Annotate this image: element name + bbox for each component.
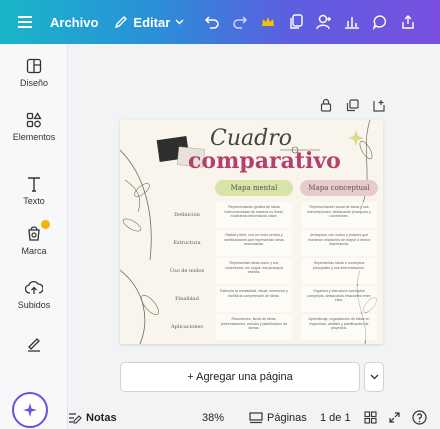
zoom-level[interactable]: 38%: [202, 412, 224, 424]
table-cell[interactable]: Jerárquica, con nodos y enlaces que mues…: [301, 230, 377, 256]
row-label[interactable]: Definición: [162, 212, 212, 218]
elements-icon: [26, 112, 42, 128]
column-header-b[interactable]: Mapa conceptual: [300, 180, 378, 196]
slide-title-line2[interactable]: comparativo: [188, 148, 341, 174]
pencil-icon: [114, 15, 128, 29]
row-label[interactable]: Estructura: [162, 240, 212, 246]
sidebar-item-elementos[interactable]: Elementos: [0, 112, 68, 142]
text-icon: [26, 176, 42, 192]
sidebar-item-label: Elementos: [12, 132, 56, 142]
editar-menu[interactable]: Editar: [114, 0, 184, 44]
magic-assistant-button[interactable]: [12, 392, 48, 428]
undo-icon[interactable]: [198, 0, 226, 44]
sidebar-item-label: Subidos: [17, 300, 51, 310]
table-cell[interactable]: Radial y libre, con un nodo central y ra…: [216, 230, 292, 256]
add-page-button[interactable]: + Agregar una página: [120, 362, 360, 392]
table-cell[interactable]: Representan ideas o conceptos principale…: [301, 258, 377, 284]
duplicate-page-icon[interactable]: [339, 96, 365, 114]
bottom-bar: Notas 38% Páginas 1 de 1: [68, 406, 440, 429]
sparkle-icon: [22, 402, 38, 418]
sidebar-item-subidos[interactable]: Subidos: [0, 280, 68, 310]
editar-label: Editar: [133, 14, 171, 30]
help-icon[interactable]: [412, 410, 427, 425]
share-icon[interactable]: [394, 0, 422, 44]
archivo-menu[interactable]: Archivo: [50, 0, 98, 44]
notes-button[interactable]: Notas: [68, 412, 117, 424]
sidebar-item-label: Texto: [23, 196, 45, 206]
crown-icon[interactable]: [254, 0, 282, 44]
chevron-down-icon: [370, 374, 379, 380]
top-toolbar: Archivo Editar: [0, 0, 440, 44]
table-cell[interactable]: Representación gráfica de ideas intercon…: [216, 202, 292, 228]
layout-icon: [26, 58, 42, 74]
add-page-options-button[interactable]: [364, 362, 384, 392]
design-page[interactable]: Cuadro comparativo Mapa mental Mapa conc…: [120, 120, 383, 344]
menu-icon[interactable]: [8, 0, 42, 44]
sidebar-item-label: Diseño: [19, 78, 48, 88]
comment-icon[interactable]: [366, 0, 394, 44]
page-count: 1 de 1: [320, 411, 351, 424]
table-cell[interactable]: Resúmenes, lluvia de ideas, presentacion…: [216, 314, 292, 340]
grid-view-icon[interactable]: [364, 411, 377, 424]
table-cell[interactable]: Representación visual de ideas y sus int…: [301, 202, 377, 228]
draw-icon: [26, 336, 42, 352]
row-label[interactable]: Aplicaciones: [162, 324, 212, 330]
notes-label: Notas: [86, 411, 117, 424]
add-page-icon[interactable]: [365, 96, 391, 114]
fullscreen-icon[interactable]: [388, 411, 401, 424]
table-cell[interactable]: Aprendizaje, organización de ideas en es…: [301, 314, 377, 340]
table-cell[interactable]: Estimula la creatividad, visual, memoriz…: [216, 286, 292, 312]
page-tools: [313, 96, 391, 114]
premium-badge: [41, 220, 50, 229]
upload-icon: [25, 280, 43, 296]
left-sidebar: Diseño Elementos Texto Marca Subidos: [0, 44, 68, 429]
copy-design-icon[interactable]: [282, 0, 310, 44]
lock-icon[interactable]: [313, 96, 339, 114]
row-label[interactable]: Finalidad: [162, 296, 212, 302]
sidebar-item-label: Marca: [21, 246, 47, 256]
sidebar-item-diseno[interactable]: Diseño: [0, 58, 68, 88]
sidebar-item-marca[interactable]: Marca: [0, 220, 68, 256]
chevron-down-icon: [175, 19, 184, 25]
brand-icon: [25, 224, 43, 242]
sidebar-item-texto[interactable]: Texto: [0, 176, 68, 206]
notes-icon: [68, 412, 82, 424]
pages-button[interactable]: Páginas: [249, 412, 307, 424]
redo-icon[interactable]: [226, 0, 254, 44]
chart-icon[interactable]: [338, 0, 366, 44]
share-people-icon[interactable]: [310, 0, 338, 44]
table-cell[interactable]: Representan ideas clave y sus conexiones…: [216, 258, 292, 284]
row-label[interactable]: Uso de nodos: [162, 268, 212, 274]
pages-icon: [249, 411, 263, 424]
column-header-a[interactable]: Mapa mental: [215, 180, 293, 196]
table-cell[interactable]: Organiza y estructura conceptos complejo…: [301, 286, 377, 312]
sidebar-item-draw[interactable]: [0, 336, 68, 352]
pages-label: Páginas: [267, 411, 307, 424]
